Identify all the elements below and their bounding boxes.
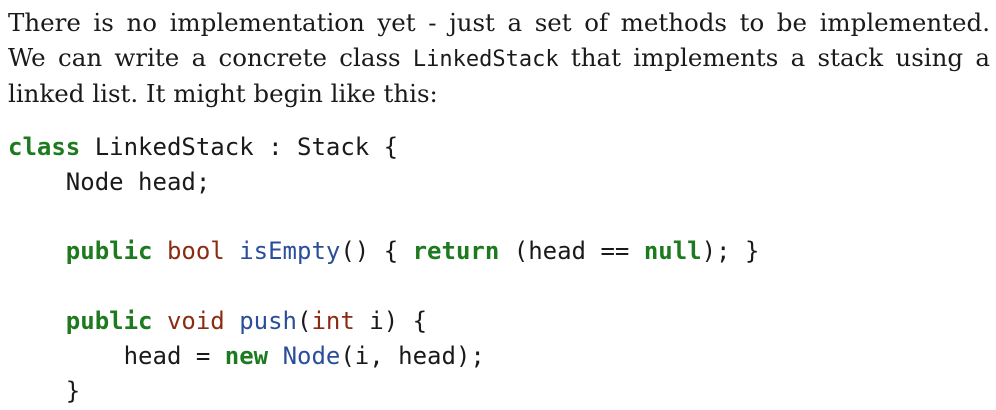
closing-brace: }: [65, 376, 81, 405]
paragraph-line-2-text-before: We can write a concrete class: [8, 42, 413, 72]
code-line-isempty-method: public bool isEmpty() { return (head == …: [8, 234, 760, 269]
type-void: void: [166, 306, 225, 335]
code-text: i) {: [354, 306, 428, 335]
keyword-return: return: [412, 237, 500, 266]
code-line-class-declaration: class LinkedStack : Stack {: [8, 130, 759, 165]
code-text: head =: [123, 341, 225, 370]
inline-code-class-name: LinkedStack: [412, 46, 559, 72]
keyword-new: new: [224, 341, 269, 370]
code-text: () {: [340, 237, 413, 266]
method-name-isempty: isEmpty: [239, 237, 341, 266]
keyword-null: null: [643, 237, 702, 266]
method-name-push: push: [239, 306, 297, 335]
code-text: (i, head);: [340, 341, 485, 370]
explanatory-paragraph: There is no implementation yet - just a …: [8, 6, 990, 112]
class-signature: LinkedStack : Stack {: [80, 133, 399, 161]
code-listing: class LinkedStack : Stack { Node head; p…: [8, 130, 759, 408]
code-line-push-method: public void push(int i) {: [8, 304, 759, 339]
code-text: (head ==: [499, 237, 644, 266]
field-declaration: Node head;: [65, 167, 211, 196]
paragraph-line-3: linked list. It might begin like this:: [8, 79, 438, 109]
code-line-field-declaration: Node head;: [8, 165, 759, 200]
code-line-push-body: head = new Node(i, head);: [8, 339, 759, 374]
paragraph-line-2: We can write a concrete class LinkedStac…: [8, 41, 990, 78]
code-text: ); }: [701, 237, 760, 266]
keyword-public: public: [65, 237, 153, 266]
keyword-class: class: [8, 133, 81, 161]
type-int: int: [311, 306, 355, 335]
code-line-closing-brace: }: [8, 374, 759, 409]
type-bool: bool: [166, 237, 225, 266]
paragraph-line-1: There is no implementation yet - just a …: [8, 8, 990, 37]
code-text: (: [297, 306, 312, 335]
paragraph-line-2-text-after: that implements a stack using a: [558, 42, 990, 72]
constructor-node: Node: [282, 341, 341, 370]
keyword-public: public: [65, 306, 153, 335]
